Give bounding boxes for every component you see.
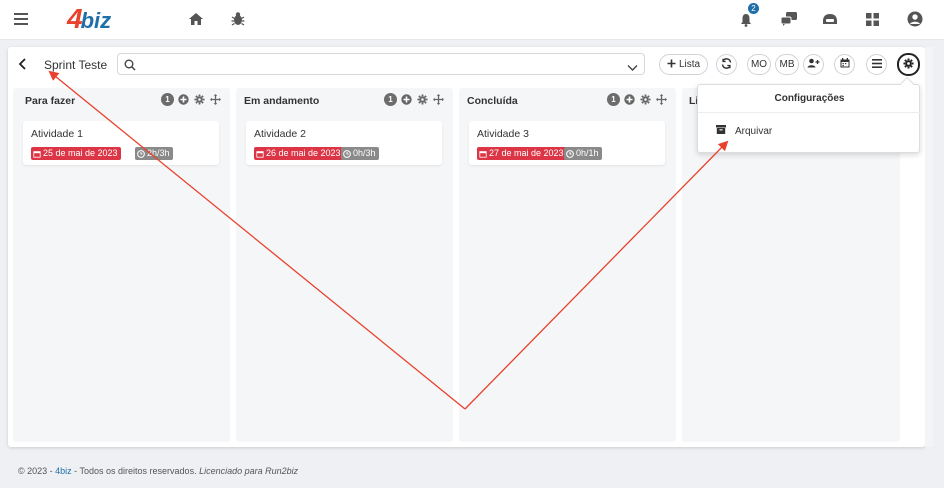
chevron-down-icon[interactable]	[627, 59, 638, 77]
list-lines-icon	[871, 58, 882, 71]
board-column: Em andamento 1 Atividade 2 26 de mai de …	[236, 88, 453, 442]
calendar-icon	[840, 58, 850, 71]
top-navbar: 4 biz 2	[0, 0, 944, 40]
task-card[interactable]: Atividade 3 27 de mai de 2023 0h/1h	[469, 121, 665, 165]
column-count-badge: 1	[161, 93, 174, 106]
user-account-icon[interactable]	[906, 10, 924, 28]
due-date-tag: 27 de mai de 2023	[477, 147, 567, 160]
column-settings-gear-icon[interactable]	[193, 93, 206, 106]
time-estimate-tag: 2h/3h	[135, 147, 173, 160]
dropdown-divider	[698, 112, 921, 113]
task-card[interactable]: Atividade 2 26 de mai de 2023 0h/3h	[246, 121, 442, 165]
page-scroll-strip	[925, 47, 933, 447]
calendar-button[interactable]	[834, 54, 855, 75]
clock-icon	[343, 149, 351, 158]
menu-icon[interactable]	[13, 12, 29, 26]
column-title: Concluída	[467, 95, 518, 107]
board-column: Concluída 1 Atividade 3 27 de mai de 202…	[459, 88, 676, 442]
task-card[interactable]: Atividade 1 25 de mai de 2023 2h/3h	[23, 121, 219, 165]
time-estimate-tag: 0h/1h	[564, 147, 602, 160]
dropdown-title: Configurações	[774, 93, 845, 104]
add-list-button[interactable]: Lista	[659, 54, 708, 75]
list-view-button[interactable]	[866, 54, 887, 75]
settings-dropdown: Configurações Arquivar	[697, 76, 921, 153]
add-card-icon[interactable]	[400, 93, 413, 106]
column-settings-gear-icon[interactable]	[639, 93, 652, 106]
archive-icon	[716, 125, 726, 137]
task-name: Atividade 2	[254, 128, 306, 140]
column-title: Para fazer	[25, 95, 76, 107]
time-estimate-tag: 0h/3h	[341, 147, 379, 160]
board-column: Para fazer 1 Atividade 1 25 de mai de 20…	[13, 88, 230, 442]
helpdesk-icon[interactable]	[821, 11, 839, 27]
sprint-title: Sprint Teste	[44, 58, 108, 72]
notification-badge: 2	[748, 3, 759, 14]
apps-grid-icon[interactable]	[864, 11, 880, 27]
gear-icon	[903, 57, 914, 72]
footer-brand-link[interactable]: 4biz	[55, 466, 72, 476]
archive-label: Arquivar	[735, 125, 773, 137]
chat-icon[interactable]	[780, 11, 798, 27]
member-avatar-mb[interactable]: MB	[775, 54, 799, 75]
clock-icon	[566, 149, 574, 158]
column-count-badge: 1	[384, 93, 397, 106]
refresh-icon	[721, 57, 732, 72]
task-name: Atividade 3	[477, 128, 529, 140]
plus-icon	[667, 59, 676, 71]
add-card-icon[interactable]	[623, 93, 636, 106]
due-date-tag: 26 de mai de 2023	[254, 147, 344, 160]
app-logo[interactable]: 4 biz	[67, 3, 111, 35]
column-settings-gear-icon[interactable]	[416, 93, 429, 106]
refresh-button[interactable]	[716, 54, 737, 75]
add-member-button[interactable]	[803, 54, 824, 75]
move-column-icon[interactable]	[655, 93, 668, 106]
clock-icon	[137, 149, 145, 158]
home-icon[interactable]	[187, 11, 205, 27]
footer: © 2023 - 4biz - Todos os direitos reserv…	[18, 466, 299, 476]
search-icon	[124, 58, 136, 76]
add-card-icon[interactable]	[177, 93, 190, 106]
calendar-icon	[479, 150, 487, 158]
calendar-icon	[33, 150, 41, 158]
column-title: Em andamento	[244, 95, 320, 107]
search-input[interactable]	[117, 53, 645, 75]
settings-button[interactable]	[897, 53, 920, 76]
archive-menu-item[interactable]: Arquivar	[716, 125, 772, 137]
add-list-label: Lista	[678, 59, 701, 70]
bug-icon[interactable]	[229, 10, 247, 28]
move-column-icon[interactable]	[209, 93, 222, 106]
calendar-icon	[256, 150, 264, 158]
move-column-icon[interactable]	[432, 93, 445, 106]
due-date-tag: 25 de mai de 2023	[31, 147, 121, 160]
member-avatar-mo[interactable]: MO	[747, 54, 771, 75]
task-name: Atividade 1	[31, 128, 83, 140]
back-arrow-icon[interactable]	[16, 57, 30, 71]
column-count-badge: 1	[607, 93, 620, 106]
add-user-icon	[807, 58, 820, 71]
